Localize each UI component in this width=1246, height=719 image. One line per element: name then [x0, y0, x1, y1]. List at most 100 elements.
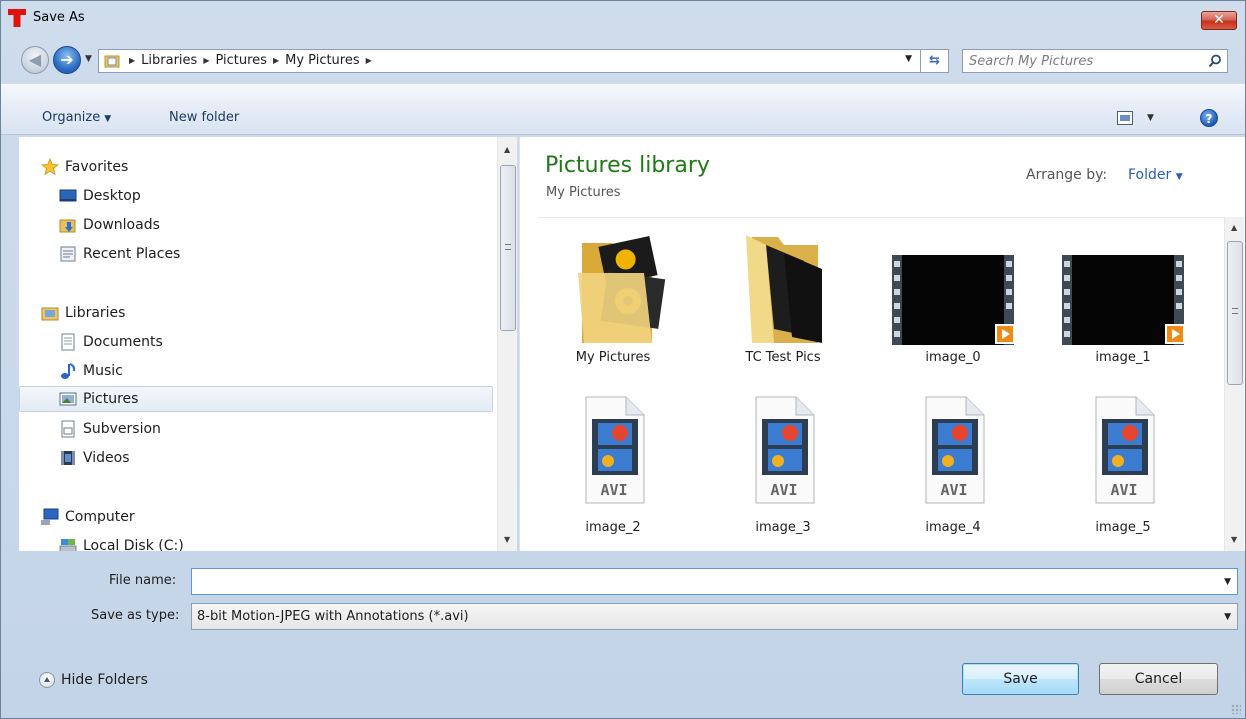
resize-grip-icon[interactable]: [1231, 704, 1241, 714]
help-icon[interactable]: ?: [1200, 109, 1218, 127]
breadcrumb-separator-icon[interactable]: ▶: [129, 56, 135, 65]
save-as-type-select[interactable]: 8-bit Motion-JPEG with Annotations (*.av…: [191, 603, 1238, 630]
file-item-image-2[interactable]: AVI image_2: [533, 395, 693, 545]
arrange-by-label: Arrange by:: [1026, 167, 1108, 183]
change-view-icon[interactable]: [1117, 111, 1133, 125]
view-options-dropdown-icon[interactable]: ▼: [1147, 113, 1154, 123]
file-item-tc-test-pics[interactable]: TC Test Pics: [703, 225, 863, 375]
library-folder-icon: [104, 55, 120, 68]
folder-icon: [746, 235, 822, 343]
file-item-image-4[interactable]: AVI image_4: [873, 395, 1033, 545]
breadcrumb-separator-icon[interactable]: ▶: [273, 56, 279, 65]
hide-folders-button[interactable]: Hide Folders: [39, 672, 148, 688]
breadcrumb-my-pictures[interactable]: My Pictures: [285, 53, 360, 68]
save-button[interactable]: Save: [962, 663, 1079, 695]
nav-item-label: Subversion: [83, 421, 161, 437]
close-button[interactable]: ✕: [1201, 11, 1237, 30]
nav-group-libraries[interactable]: Libraries: [41, 300, 497, 326]
nav-item-label: Music: [83, 363, 123, 379]
nav-item-label: Favorites: [65, 159, 129, 175]
file-name-combobox[interactable]: ▼: [191, 568, 1238, 595]
file-item-label: image_0: [925, 350, 981, 365]
refresh-button[interactable]: ⇆: [921, 49, 949, 73]
forward-arrow-icon: ➔: [60, 50, 74, 69]
search-input[interactable]: [969, 52, 1189, 70]
sidebar-item-music[interactable]: Music: [59, 358, 497, 384]
content-pane: Pictures library My Pictures Arrange by:…: [519, 137, 1245, 551]
avi-badge: AVI: [940, 481, 968, 499]
search-icon[interactable]: [1208, 54, 1222, 68]
file-item-label: My Pictures: [575, 350, 651, 365]
file-item-image-0[interactable]: image_0: [873, 225, 1033, 375]
organize-menu[interactable]: Organize ▼: [42, 110, 111, 125]
organize-label: Organize: [42, 110, 101, 125]
command-bar: Organize ▼ New folder ▼ ?: [1, 83, 1245, 135]
nav-item-label: Videos: [83, 450, 130, 466]
sidebar-item-videos[interactable]: Videos: [59, 445, 497, 471]
pictures-icon: [59, 392, 77, 406]
breadcrumb-libraries[interactable]: Libraries: [141, 53, 197, 68]
save-as-type-value: 8-bit Motion-JPEG with Annotations (*.av…: [197, 609, 469, 624]
file-item-label: image_1: [1095, 350, 1151, 365]
star-icon: [41, 158, 59, 176]
file-item-my-pictures[interactable]: My Pictures: [533, 225, 693, 375]
forward-button[interactable]: ➔: [53, 46, 81, 74]
arrange-by-value: Folder: [1128, 167, 1172, 183]
nav-item-label: Documents: [83, 334, 163, 350]
new-folder-button[interactable]: New folder: [169, 110, 239, 125]
search-box[interactable]: [962, 49, 1228, 73]
nav-group-favorites[interactable]: Favorites: [41, 154, 497, 180]
nav-group-computer[interactable]: Computer: [41, 504, 497, 530]
arrange-by-dropdown[interactable]: Folder ▼: [1128, 167, 1183, 183]
breadcrumb-separator-icon[interactable]: ▶: [203, 56, 209, 65]
avi-badge: AVI: [1110, 481, 1138, 499]
cancel-button[interactable]: Cancel: [1099, 663, 1218, 695]
file-item-label: TC Test Pics: [745, 350, 821, 365]
save-as-type-dropdown-icon[interactable]: ▼: [1224, 612, 1231, 622]
content-pane-scrollbar[interactable]: ▲ ▼: [1224, 217, 1244, 551]
sidebar-item-downloads[interactable]: Downloads: [59, 212, 497, 238]
file-item-image-3[interactable]: AVI image_3: [703, 395, 863, 545]
navigation-pane: Favorites Desktop Downloads Recent Place…: [19, 137, 497, 551]
file-item-image-5[interactable]: AVI image_5: [1043, 395, 1203, 545]
computer-icon: [41, 508, 59, 525]
file-item-label: image_3: [755, 520, 811, 535]
sidebar-item-desktop[interactable]: Desktop: [59, 183, 497, 209]
sidebar-item-recent-places[interactable]: Recent Places: [59, 241, 497, 267]
sidebar-item-subversion[interactable]: Subversion: [59, 416, 497, 442]
address-bar[interactable]: ▶ Libraries ▶ Pictures ▶ My Pictures ▶ ▼: [98, 49, 921, 73]
recent-pages-dropdown-icon[interactable]: ▼: [85, 54, 92, 64]
file-name-input[interactable]: [196, 572, 1206, 592]
video-thumbnail-icon: [1062, 255, 1184, 345]
breadcrumb-separator-icon[interactable]: ▶: [366, 56, 372, 65]
scroll-down-icon[interactable]: ▼: [504, 535, 510, 544]
scrollbar-thumb[interactable]: [500, 165, 516, 331]
video-thumbnail-icon: [892, 255, 1014, 345]
nav-item-label: Downloads: [83, 217, 160, 233]
downloads-folder-icon: [59, 219, 76, 233]
breadcrumb-pictures[interactable]: Pictures: [215, 53, 266, 68]
scroll-down-icon[interactable]: ▼: [1231, 535, 1237, 544]
file-item-image-1[interactable]: image_1: [1043, 225, 1203, 375]
sidebar-item-pictures[interactable]: Pictures: [19, 386, 493, 412]
file-name-dropdown-icon[interactable]: ▼: [1224, 577, 1231, 587]
nav-item-label: Local Disk (C:): [83, 538, 184, 551]
file-name-row: File name: ▼: [1, 566, 1245, 596]
collapse-up-icon: [39, 672, 55, 688]
nav-item-label: Desktop: [83, 188, 141, 204]
avi-badge: AVI: [600, 481, 628, 499]
navigation-pane-scrollbar[interactable]: ▲ ▼: [497, 137, 517, 551]
sidebar-item-local-disk[interactable]: Local Disk (C:): [59, 533, 497, 551]
scrollbar-thumb[interactable]: [1227, 241, 1243, 385]
refresh-icon: ⇆: [929, 53, 940, 68]
scroll-up-icon[interactable]: ▲: [504, 145, 510, 154]
sidebar-item-documents[interactable]: Documents: [59, 329, 497, 355]
address-dropdown-icon[interactable]: ▼: [905, 54, 912, 64]
scroll-up-icon[interactable]: ▲: [1231, 223, 1237, 232]
back-button[interactable]: ◀: [21, 46, 49, 74]
window-title: Save As: [33, 10, 85, 25]
save-as-dialog: Save As ✕ ◀ ➔ ▼ ▶ Libraries ▶ Pictures ▶…: [0, 0, 1246, 719]
file-item-label: image_4: [925, 520, 981, 535]
desktop-icon: [59, 189, 77, 202]
title-bar: Save As ✕: [1, 1, 1245, 35]
